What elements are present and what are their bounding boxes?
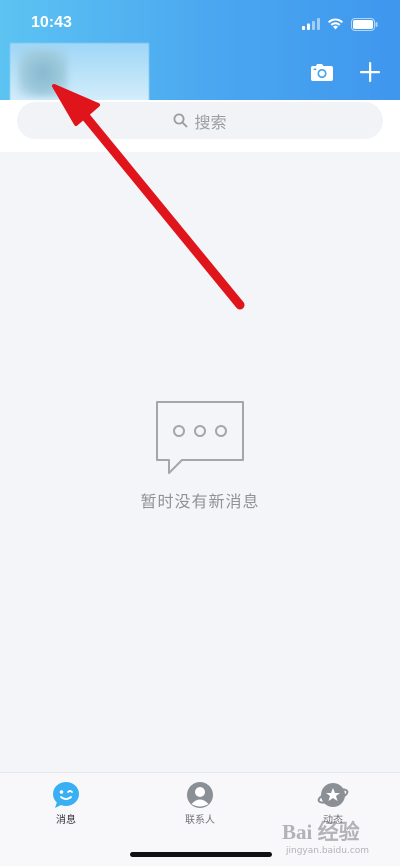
battery-icon	[351, 17, 378, 31]
add-button[interactable]	[356, 58, 384, 86]
search-bar[interactable]: 搜索	[17, 102, 383, 139]
tab-messages[interactable]: 消息	[26, 781, 106, 826]
camera-icon	[311, 64, 333, 81]
camera-button[interactable]	[308, 58, 336, 86]
signal-icon	[302, 18, 320, 30]
tab-messages-label: 消息	[56, 815, 76, 826]
plus-icon	[360, 62, 380, 82]
empty-message: 暂时没有新消息	[140, 492, 260, 511]
search-icon	[173, 113, 188, 128]
home-indicator	[130, 852, 272, 857]
watermark: Bai 经验 jingyan.baidu.com	[282, 816, 394, 862]
empty-chat-bubble-icon	[156, 401, 244, 474]
contacts-tab-icon	[187, 782, 213, 808]
empty-state: 暂时没有新消息	[0, 400, 400, 512]
messages-tab-icon	[53, 782, 79, 808]
wifi-icon	[328, 18, 343, 30]
status-time: 10:43	[31, 14, 72, 31]
watermark-sub: jingyan.baidu.com	[286, 846, 370, 856]
tab-contacts[interactable]: 联系人	[160, 781, 240, 826]
tab-contacts-label: 联系人	[185, 815, 215, 826]
dynamics-tab-icon	[317, 783, 349, 807]
user-avatar[interactable]	[10, 43, 149, 103]
search-placeholder: 搜索	[194, 112, 227, 132]
watermark-main: Bai 经验	[282, 820, 360, 844]
status-bar: 10:43	[0, 0, 400, 48]
status-icons	[302, 17, 378, 31]
